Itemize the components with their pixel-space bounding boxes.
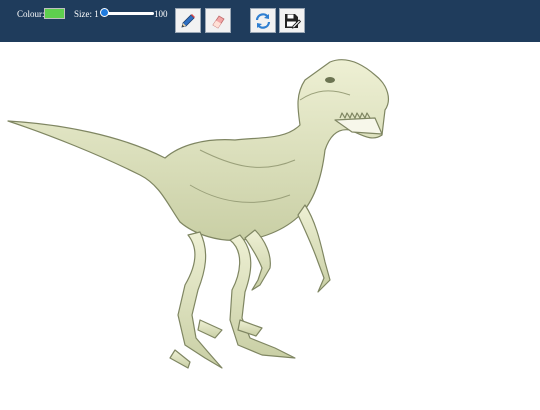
pencil-button[interactable] [175, 8, 201, 33]
eraser-icon [212, 14, 225, 29]
pencil-icon [181, 13, 195, 28]
colour-picker[interactable] [44, 8, 65, 19]
toolbar: Colour: Size: 1 100 [0, 0, 540, 42]
refresh-button[interactable] [250, 8, 276, 33]
colour-label: Colour: [17, 9, 45, 19]
save-icon [285, 13, 301, 29]
refresh-icon [255, 12, 271, 29]
size-max-label: 100 [154, 9, 168, 19]
size-slider-thumb[interactable] [100, 8, 110, 17]
size-slider[interactable] [102, 12, 154, 15]
size-label: Size: 1 [74, 9, 99, 19]
eraser-button[interactable] [205, 8, 231, 33]
drawing-canvas[interactable] [0, 42, 540, 405]
save-button[interactable] [279, 8, 305, 33]
velociraptor-image [7, 59, 389, 369]
